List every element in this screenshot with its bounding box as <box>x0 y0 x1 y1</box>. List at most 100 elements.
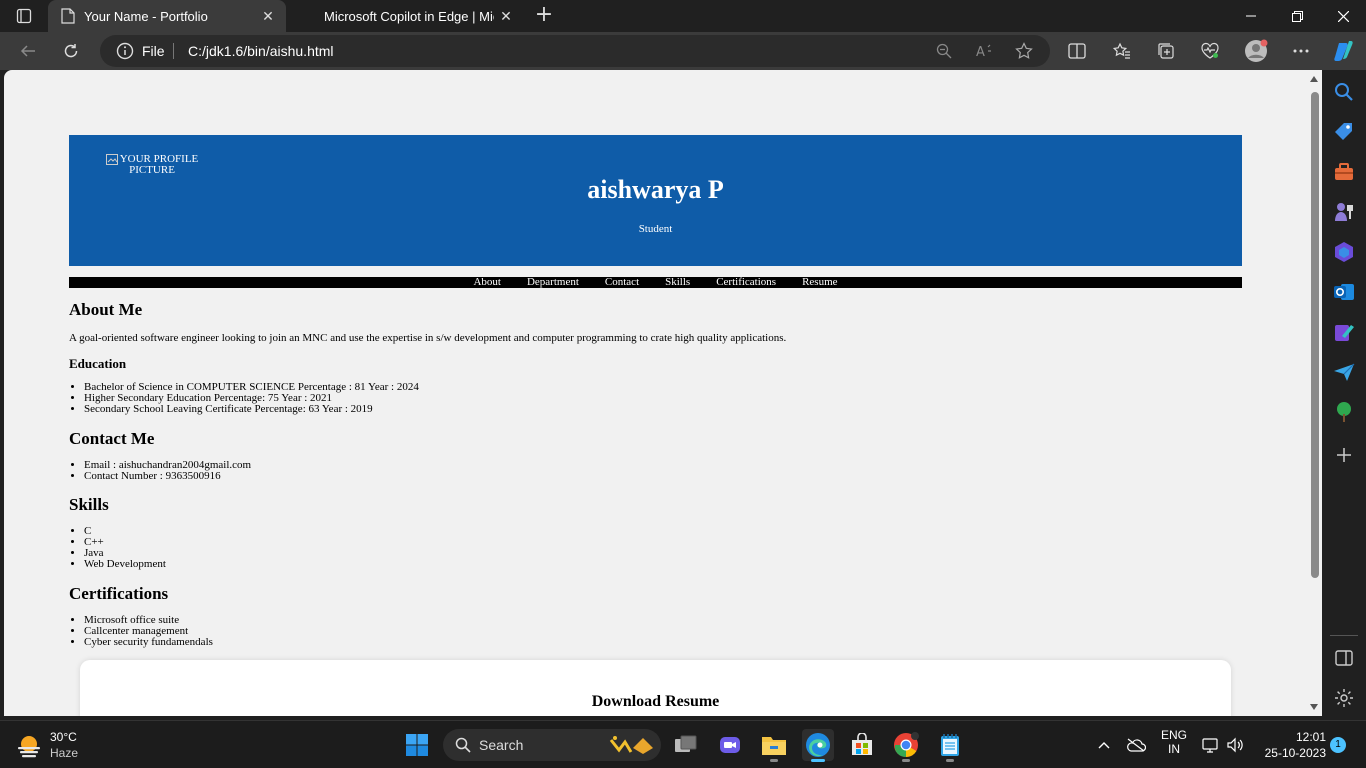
info-icon[interactable] <box>116 42 134 60</box>
scroll-up-icon[interactable] <box>1310 76 1318 82</box>
back-arrow-icon <box>20 45 35 57</box>
minimize-button[interactable] <box>1228 0 1274 32</box>
tab-copilot[interactable]: Microsoft Copilot in Edge | Micro ✕ <box>288 0 524 32</box>
skills-list: C C++ Java Web Development <box>69 526 166 570</box>
list-item: Secondary School Leaving Certificate Per… <box>84 404 419 415</box>
file-explorer-app[interactable] <box>758 729 790 762</box>
designer-icon[interactable] <box>1333 321 1355 343</box>
gear-icon[interactable] <box>1333 687 1355 709</box>
search-highlight-icon <box>609 736 653 754</box>
taskbar-search[interactable]: Search <box>443 729 661 761</box>
tab-portfolio[interactable]: Your Name - Portfolio ✕ <box>48 0 286 32</box>
education-heading: Education <box>69 356 127 371</box>
add-icon[interactable] <box>1333 444 1355 466</box>
tab-bar: Your Name - Portfolio ✕ Microsoft Copilo… <box>0 0 1366 32</box>
about-heading: About Me <box>69 300 143 319</box>
shopping-tag-icon[interactable] <box>1333 121 1355 143</box>
onedrive-status[interactable] <box>1124 733 1148 757</box>
weather-condition: Haze <box>50 746 79 760</box>
profile-avatar[interactable] <box>1244 39 1268 63</box>
new-tab-button[interactable]: + <box>532 4 556 28</box>
page-viewport: YOUR PROFILE PICTURE aishwarya P Student… <box>4 70 1322 716</box>
nav-link-certifications[interactable]: Certifications <box>716 276 776 288</box>
task-view-button[interactable] <box>670 729 702 761</box>
scheme-label: File <box>142 43 165 59</box>
tab-title: Microsoft Copilot in Edge | Micro <box>324 8 494 24</box>
tab-close-button[interactable]: ✕ <box>494 8 518 25</box>
address-bar[interactable]: File C:/jdk1.6/bin/aishu.html A <box>100 35 1050 67</box>
tab-actions-button[interactable] <box>8 4 40 28</box>
search-icon[interactable] <box>1333 81 1355 103</box>
divider <box>1330 635 1358 636</box>
page-title: aishwarya P <box>587 175 724 204</box>
close-window-button[interactable] <box>1320 0 1366 32</box>
url-text[interactable]: C:/jdk1.6/bin/aishu.html <box>188 43 334 59</box>
video-chat-icon <box>720 737 740 753</box>
scroll-down-icon[interactable] <box>1310 704 1318 710</box>
show-hidden-icons-button[interactable] <box>1094 733 1114 757</box>
tools-icon[interactable] <box>1333 161 1355 183</box>
vertical-scrollbar[interactable] <box>1307 70 1322 716</box>
resume-card: Download Resume <box>80 660 1231 716</box>
page-icon <box>60 8 76 24</box>
notepad-app[interactable] <box>934 729 966 762</box>
clock[interactable]: 12:01 25-10-2023 <box>1256 729 1326 761</box>
nav-link-skills[interactable]: Skills <box>665 276 690 288</box>
nav-link-about[interactable]: About <box>473 276 501 288</box>
notification-badge[interactable]: 1 <box>1330 737 1346 753</box>
tree-icon[interactable] <box>1333 401 1355 423</box>
edge-icon <box>806 733 830 757</box>
network-status[interactable] <box>1200 733 1222 757</box>
chrome-app[interactable] <box>890 729 922 762</box>
read-aloud-icon[interactable]: A <box>975 41 995 61</box>
store-icon <box>852 733 872 755</box>
notepad-icon <box>941 734 959 756</box>
microsoft-365-icon[interactable] <box>1333 241 1355 263</box>
date: 25-10-2023 <box>1264 746 1326 760</box>
nav-link-contact[interactable]: Contact <box>605 276 639 288</box>
favorites-icon[interactable] <box>1110 39 1134 63</box>
refresh-button[interactable] <box>56 37 86 65</box>
tab-close-button[interactable]: ✕ <box>256 8 280 25</box>
copilot-icon[interactable] <box>1332 39 1356 63</box>
collections-icon[interactable] <box>1154 39 1178 63</box>
zoom-out-icon[interactable] <box>934 41 954 61</box>
nav-link-resume[interactable]: Resume <box>802 276 837 288</box>
folder-icon <box>762 737 786 755</box>
minimize-icon <box>1246 15 1256 17</box>
restore-button[interactable] <box>1274 0 1320 32</box>
language-code: ENG <box>1160 728 1187 742</box>
settings-more-icon[interactable] <box>1289 39 1313 63</box>
windows-logo-icon <box>406 734 428 756</box>
meet-app[interactable] <box>714 729 746 761</box>
cloud-offline-icon <box>1127 738 1146 752</box>
about-text: A goal-oriented software engineer lookin… <box>69 332 787 344</box>
profile-picture-alt: YOUR PROFILE PICTURE <box>119 153 199 176</box>
refresh-icon <box>64 44 78 58</box>
volume-control[interactable] <box>1225 733 1247 757</box>
browser-essentials-icon[interactable] <box>1198 39 1222 63</box>
edge-app[interactable] <box>802 729 834 762</box>
store-app[interactable] <box>846 729 878 761</box>
profile-picture: YOUR PROFILE PICTURE <box>102 154 202 176</box>
scrollbar-thumb[interactable] <box>1311 92 1319 578</box>
language-indicator[interactable]: ENG IN <box>1156 728 1192 756</box>
close-icon <box>1337 10 1349 22</box>
back-button[interactable] <box>13 37 43 65</box>
nav-bar: About Department Contact Skills Certificatio… <box>69 277 1242 288</box>
outlook-icon[interactable] <box>1333 281 1355 303</box>
download-resume-heading[interactable]: Download Resume <box>80 693 1231 711</box>
hide-sidebar-icon[interactable] <box>1333 647 1355 669</box>
send-icon[interactable] <box>1333 361 1355 383</box>
favorite-star-icon[interactable] <box>1014 41 1034 61</box>
games-icon[interactable] <box>1333 201 1355 223</box>
search-label: Search <box>479 737 524 753</box>
haze-sun-icon <box>18 736 40 758</box>
start-button[interactable] <box>401 729 433 761</box>
split-screen-icon[interactable] <box>1065 39 1089 63</box>
browser-toolbar: File C:/jdk1.6/bin/aishu.html A <box>0 32 1366 70</box>
nav-link-department[interactable]: Department <box>527 276 579 288</box>
broken-image-icon <box>105 154 118 165</box>
header-banner: YOUR PROFILE PICTURE aishwarya P Student <box>69 135 1242 266</box>
running-indicator <box>902 759 910 762</box>
